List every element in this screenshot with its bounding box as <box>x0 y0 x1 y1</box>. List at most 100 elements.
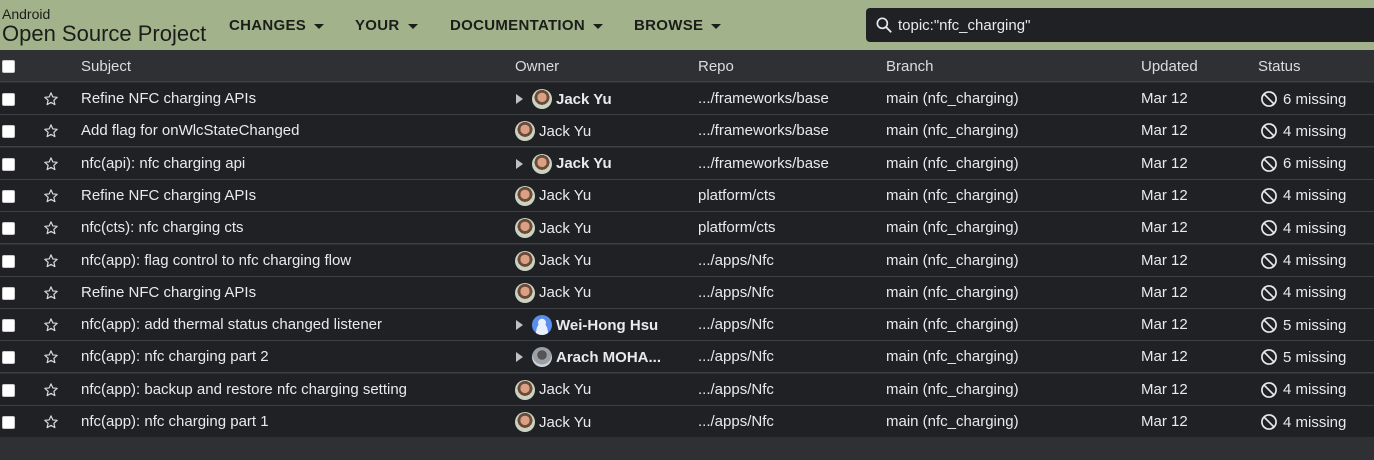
column-header-subject[interactable]: Subject <box>81 58 131 75</box>
row-repo-link[interactable]: platform/cts <box>698 187 776 204</box>
row-checkbox[interactable] <box>2 157 15 171</box>
row-branch-link[interactable]: main (nfc_charging) <box>886 316 1019 333</box>
row-checkbox[interactable] <box>2 93 15 106</box>
blocked-icon <box>1261 220 1277 237</box>
row-branch-link[interactable]: main (nfc_charging) <box>886 90 1019 107</box>
row-branch-link[interactable]: main (nfc_charging) <box>886 252 1019 269</box>
select-all-checkbox[interactable] <box>2 60 15 73</box>
row-owner[interactable]: Jack Yu <box>515 282 591 304</box>
table-row[interactable]: Refine NFC charging APIs Jack Yu platfor… <box>0 179 1374 212</box>
column-header-branch[interactable]: Branch <box>886 58 934 75</box>
row-repo-link[interactable]: .../frameworks/base <box>698 90 829 107</box>
table-row[interactable]: nfc(app): backup and restore nfc chargin… <box>0 373 1374 406</box>
table-header: Subject Owner Repo Branch Updated Status <box>0 50 1374 82</box>
search-icon[interactable] <box>874 15 894 35</box>
table-row[interactable]: Refine NFC charging APIs Jack Yu .../app… <box>0 276 1374 309</box>
table-row[interactable]: nfc(api): nfc charging api Jack Yu .../f… <box>0 147 1374 180</box>
row-repo-link[interactable]: .../apps/Nfc <box>698 348 774 365</box>
row-repo-link[interactable]: .../apps/Nfc <box>698 284 774 301</box>
row-branch-link[interactable]: main (nfc_charging) <box>886 219 1019 236</box>
table-row[interactable]: nfc(cts): nfc charging cts Jack Yu platf… <box>0 212 1374 245</box>
row-branch-link[interactable]: main (nfc_charging) <box>886 381 1019 398</box>
star-icon[interactable] <box>43 220 59 236</box>
row-subject-link[interactable]: nfc(api): nfc charging api <box>81 155 245 172</box>
row-subject-link[interactable]: nfc(app): nfc charging part 1 <box>81 413 269 430</box>
table-row[interactable]: Add flag for onWlcStateChanged Jack Yu .… <box>0 115 1374 148</box>
row-branch-link[interactable]: main (nfc_charging) <box>886 155 1019 172</box>
row-owner[interactable]: Jack Yu <box>515 217 591 239</box>
nav-documentation-menu[interactable]: DOCUMENTATION <box>450 17 603 34</box>
row-subject-link[interactable]: nfc(app): flag control to nfc charging f… <box>81 252 351 269</box>
column-header-owner[interactable]: Owner <box>515 58 559 75</box>
row-checkbox[interactable] <box>2 416 15 429</box>
star-icon[interactable] <box>43 382 59 398</box>
search-input[interactable] <box>898 16 1358 34</box>
table-row[interactable]: nfc(app): nfc charging part 2 Arach MOHA… <box>0 341 1374 374</box>
row-owner[interactable]: Arach MOHA... <box>515 346 661 368</box>
row-checkbox[interactable] <box>2 319 15 333</box>
row-subject-link[interactable]: Add flag for onWlcStateChanged <box>81 122 299 139</box>
row-checkbox[interactable] <box>2 254 15 268</box>
row-branch-link[interactable]: main (nfc_charging) <box>886 348 1019 365</box>
row-subject-link[interactable]: nfc(app): nfc charging part 2 <box>81 348 269 365</box>
blocked-icon <box>1261 155 1277 172</box>
row-owner[interactable]: Jack Yu <box>515 379 591 401</box>
row-checkbox[interactable] <box>2 383 15 397</box>
nav-your-menu[interactable]: YOUR <box>355 17 418 34</box>
row-branch-link[interactable]: main (nfc_charging) <box>886 122 1019 139</box>
star-icon[interactable] <box>43 156 59 172</box>
column-header-updated[interactable]: Updated <box>1141 58 1198 75</box>
row-branch-link[interactable]: main (nfc_charging) <box>886 187 1019 204</box>
row-repo-link[interactable]: .../apps/Nfc <box>698 316 774 333</box>
star-icon[interactable] <box>43 349 59 365</box>
blocked-icon <box>1261 284 1277 301</box>
row-checkbox[interactable] <box>2 222 15 236</box>
row-subject-link[interactable]: Refine NFC charging APIs <box>81 284 256 301</box>
row-owner[interactable]: Jack Yu <box>515 120 591 142</box>
row-owner[interactable]: Jack Yu <box>515 88 612 110</box>
row-owner[interactable]: Jack Yu <box>515 153 612 175</box>
row-subject-link[interactable]: Refine NFC charging APIs <box>81 187 256 204</box>
star-icon[interactable] <box>43 123 59 139</box>
row-subject-link[interactable]: Refine NFC charging APIs <box>81 90 256 107</box>
column-header-status[interactable]: Status <box>1258 58 1301 75</box>
column-header-repo[interactable]: Repo <box>698 58 734 75</box>
avatar <box>515 412 535 432</box>
row-checkbox[interactable] <box>2 286 15 300</box>
blocked-icon <box>1261 381 1277 398</box>
star-icon[interactable] <box>43 317 59 333</box>
site-logo[interactable]: Android Open Source Project <box>2 7 206 45</box>
nav-browse-menu[interactable]: BROWSE <box>634 17 722 34</box>
row-repo-link[interactable]: platform/cts <box>698 219 776 236</box>
row-repo-link[interactable]: .../apps/Nfc <box>698 381 774 398</box>
row-repo-link[interactable]: .../frameworks/base <box>698 155 829 172</box>
nav-changes-menu[interactable]: CHANGES <box>229 17 325 34</box>
star-icon[interactable] <box>43 414 59 430</box>
star-icon[interactable] <box>43 188 59 204</box>
row-subject-link[interactable]: nfc(app): add thermal status changed lis… <box>81 316 382 333</box>
table-row[interactable]: nfc(app): nfc charging part 1 Jack Yu ..… <box>0 406 1374 438</box>
row-status-label: 4 missing <box>1283 284 1347 302</box>
table-row[interactable]: nfc(app): add thermal status changed lis… <box>0 309 1374 342</box>
row-branch-link[interactable]: main (nfc_charging) <box>886 284 1019 301</box>
row-repo-link[interactable]: .../apps/Nfc <box>698 252 774 269</box>
row-repo-link[interactable]: .../apps/Nfc <box>698 413 774 430</box>
table-row[interactable]: Refine NFC charging APIs Jack Yu .../fra… <box>0 83 1374 115</box>
star-icon[interactable] <box>43 253 59 269</box>
row-repo-link[interactable]: .../frameworks/base <box>698 122 829 139</box>
row-checkbox[interactable] <box>2 125 15 139</box>
row-branch-link[interactable]: main (nfc_charging) <box>886 413 1019 430</box>
row-subject-link[interactable]: nfc(app): backup and restore nfc chargin… <box>81 381 407 398</box>
star-icon[interactable] <box>43 91 59 107</box>
row-owner[interactable]: Jack Yu <box>515 185 591 207</box>
table-row[interactable]: nfc(app): flag control to nfc charging f… <box>0 244 1374 277</box>
row-checkbox[interactable] <box>2 189 15 203</box>
row-owner[interactable]: Jack Yu <box>515 411 591 433</box>
row-status: 4 missing <box>1259 283 1346 303</box>
row-checkbox[interactable] <box>2 351 15 365</box>
star-icon[interactable] <box>43 285 59 301</box>
row-owner[interactable]: Jack Yu <box>515 250 591 272</box>
row-owner[interactable]: Wei-Hong Hsu <box>515 314 658 336</box>
row-subject-link[interactable]: nfc(cts): nfc charging cts <box>81 219 244 236</box>
row-status-label: 4 missing <box>1283 122 1347 140</box>
